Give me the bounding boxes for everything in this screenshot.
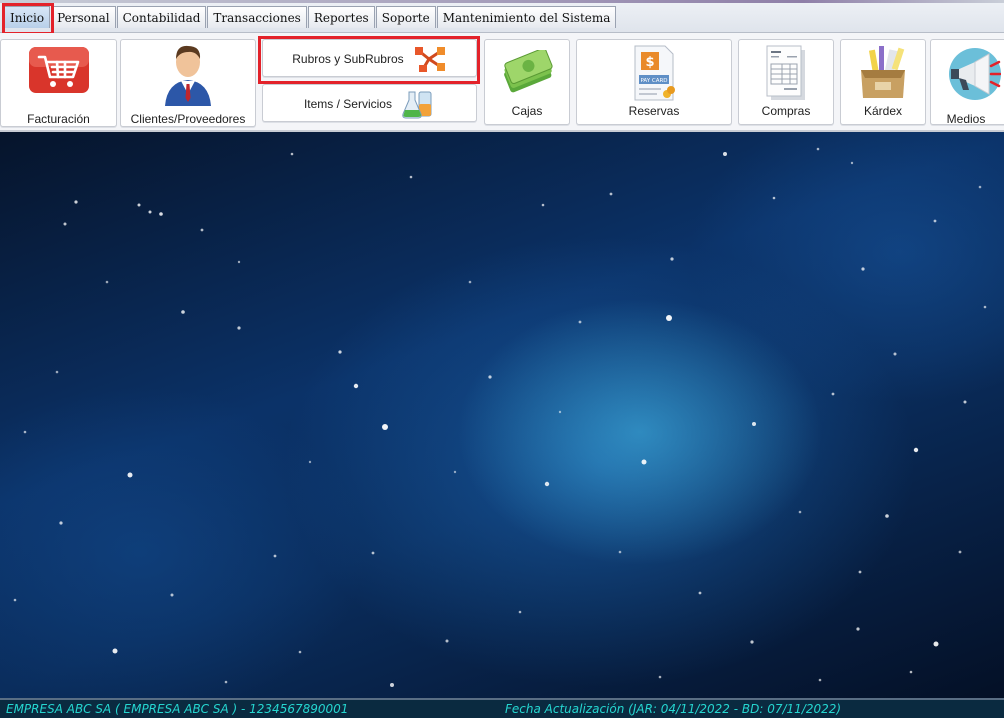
shopping-cart-icon: [28, 47, 89, 93]
rubros-subrubros-label: Rubros y SubRubros: [292, 51, 404, 66]
svg-text:PAY CARD: PAY CARD: [640, 78, 667, 84]
reservas-label: Reservas: [628, 104, 680, 118]
clientes-proveedores-label: Clientes/Proveedores: [130, 112, 246, 126]
tab-reportes[interactable]: Reportes: [307, 6, 375, 28]
menu-tabs: Inicio Personal Contabilidad Transaccion…: [4, 6, 617, 28]
window-top-border: [0, 0, 1004, 3]
tab-soporte[interactable]: Soporte: [375, 6, 436, 28]
stars-layer: [13, 147, 987, 687]
invoice-icon: [766, 45, 805, 100]
tab-contabilidad[interactable]: Contabilidad: [116, 6, 207, 28]
money-icon: [504, 50, 553, 93]
pay-card-icon: $ PAY CARD: [634, 45, 675, 101]
status-company-info: EMPRESA ABC SA ( EMPRESA ABC SA ) - 1234…: [6, 702, 349, 716]
svg-text:$: $: [645, 55, 654, 70]
tab-personal[interactable]: Personal: [51, 6, 116, 28]
reservas-button[interactable]: $ PAY CARD Reservas: [576, 39, 732, 125]
tab-transacciones[interactable]: Transacciones: [207, 6, 307, 28]
kardex-label: Kárdex: [863, 104, 903, 118]
compras-button[interactable]: Compras: [738, 39, 834, 125]
compras-label: Compras: [761, 104, 811, 118]
cajas-button[interactable]: Cajas: [484, 39, 570, 125]
ribbon: Facturación Clientes/Proveedores Rubros …: [0, 33, 1004, 132]
cajas-label: Cajas: [511, 104, 543, 118]
kardex-button[interactable]: Kárdex: [840, 39, 926, 125]
inventory-box-icon: [861, 46, 905, 98]
items-servicios-button[interactable]: Items / Servicios: [262, 84, 477, 122]
medios-label: Medios: [946, 112, 986, 126]
hierarchy-icon: [414, 46, 445, 72]
medios-button[interactable]: Medios: [930, 39, 1004, 126]
clientes-proveedores-button[interactable]: Clientes/Proveedores: [120, 39, 256, 127]
flask-icon: [402, 91, 432, 118]
status-bar: EMPRESA ABC SA ( EMPRESA ABC SA ) - 1234…: [0, 698, 1004, 718]
items-servicios-label: Items / Servicios: [303, 96, 392, 111]
tab-mantenimiento[interactable]: Mantenimiento del Sistema: [436, 6, 617, 28]
status-update-date: Fecha Actualización (JAR: 04/11/2022 - B…: [505, 702, 842, 716]
facturacion-label: Facturación: [27, 112, 90, 126]
rubros-subrubros-button[interactable]: Rubros y SubRubros: [262, 39, 477, 77]
businessman-icon: [165, 45, 211, 106]
desktop-background-space: [0, 132, 1004, 698]
menu-bar: Inicio Personal Contabilidad Transaccion…: [0, 0, 1004, 33]
megaphone-icon: [949, 48, 1001, 100]
tab-inicio[interactable]: Inicio: [4, 6, 51, 28]
facturacion-button[interactable]: Facturación: [0, 39, 117, 127]
